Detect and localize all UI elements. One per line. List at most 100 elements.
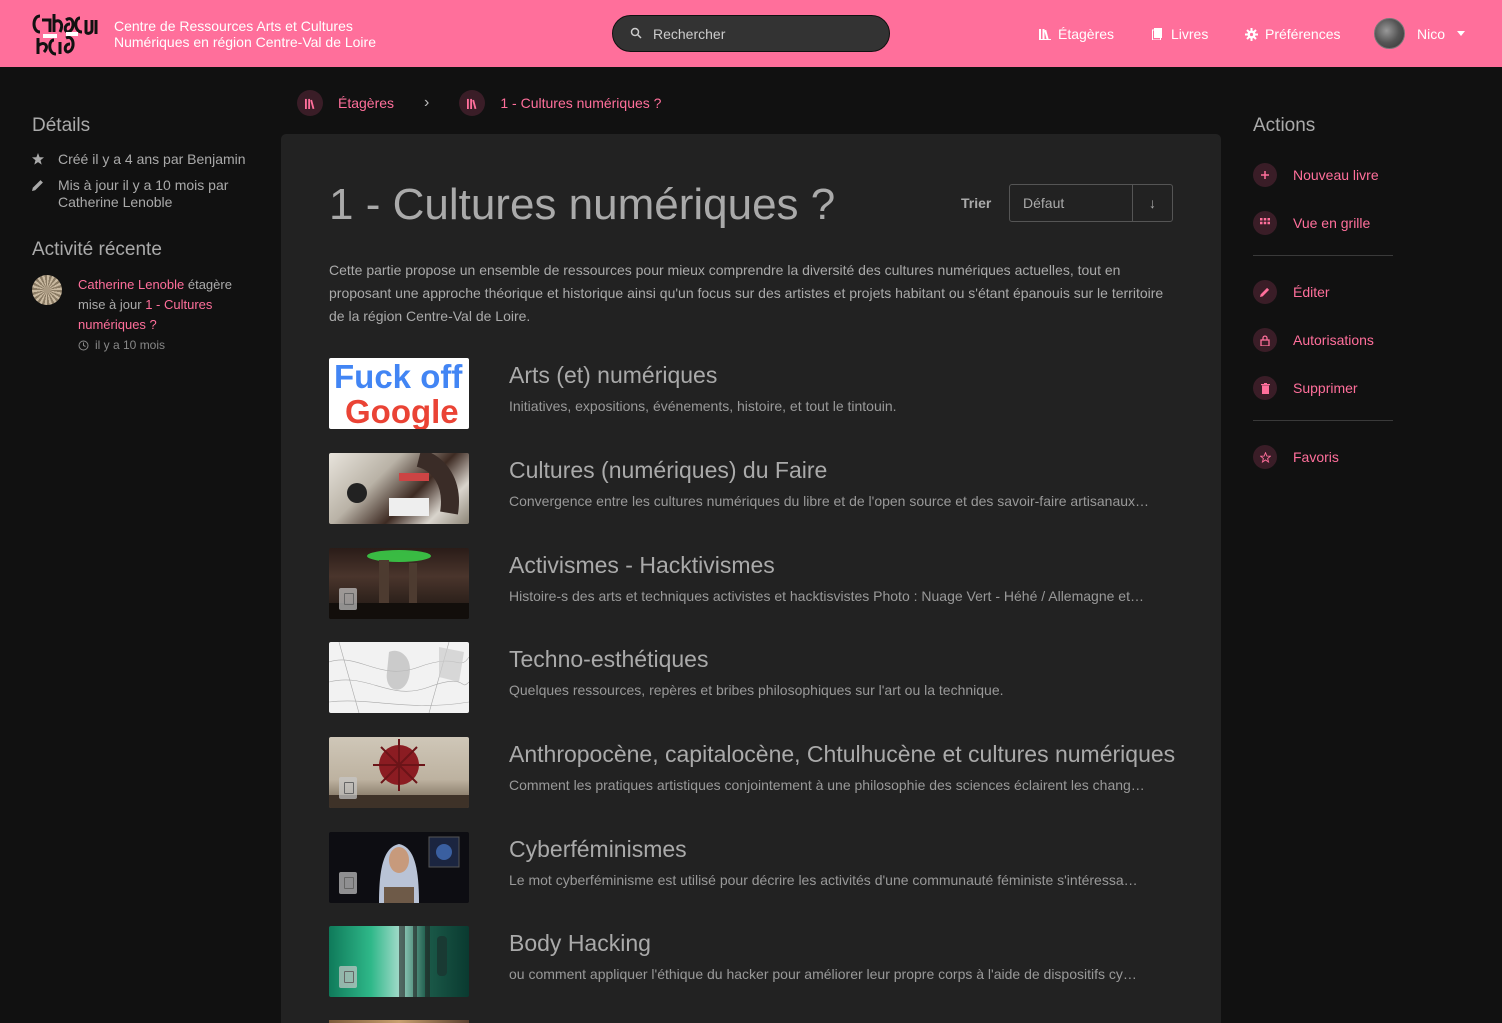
- pencil-icon: [32, 177, 58, 211]
- chevron-down-icon: [1457, 31, 1466, 36]
- shelf-description: Cette partie propose un ensemble de ress…: [329, 262, 1164, 324]
- details-heading: Détails: [32, 115, 91, 136]
- divider: [1253, 420, 1393, 421]
- lock-icon: [1253, 328, 1277, 352]
- book-item[interactable]: Anthropocène, capitalocène, Chtulhucène …: [329, 737, 1175, 808]
- search-icon[interactable]: [630, 27, 642, 39]
- activity-heading: Activité récente: [32, 239, 162, 260]
- site-logo[interactable]: [30, 10, 102, 56]
- book-title[interactable]: Cyberféminismes: [509, 836, 687, 863]
- book-cover: [329, 737, 469, 808]
- breadcrumb-shelves[interactable]: Étagères: [338, 95, 394, 111]
- top-header: Centre de Ressources Arts et Cultures Nu…: [0, 0, 1502, 67]
- books-icon: [1152, 28, 1162, 40]
- breadcrumb: Étagères › 1 - Cultures numériques ?: [297, 90, 661, 116]
- shelves-icon: [297, 90, 323, 116]
- grid-icon: [1253, 211, 1277, 235]
- shelves-icon: [1039, 29, 1051, 40]
- grid-view-button[interactable]: Vue en grille: [1253, 211, 1393, 235]
- activity-time: il y a 10 mois: [78, 335, 248, 355]
- book-title[interactable]: Body Hacking: [509, 930, 651, 957]
- sort-control: Défaut ↓: [1009, 184, 1173, 222]
- edit-label: Éditer: [1293, 284, 1330, 300]
- search-input[interactable]: [653, 24, 873, 44]
- delete-button[interactable]: Supprimer: [1253, 376, 1393, 400]
- new-book-label: Nouveau livre: [1293, 167, 1379, 183]
- book-description: ou comment appliquer l'éthique du hacker…: [509, 966, 1137, 982]
- created-meta: Créé il y a 4 ans par Benjamin: [32, 151, 252, 169]
- book-title[interactable]: Cultures (numériques) du Faire: [509, 457, 827, 484]
- book-badge-icon: [339, 966, 357, 988]
- edit-button[interactable]: Éditer: [1253, 280, 1393, 304]
- book-description: Comment les pratiques artistiques conjoi…: [509, 777, 1145, 793]
- book-item[interactable]: Cyberféminismes Le mot cyberféminisme es…: [329, 832, 1174, 903]
- book-title[interactable]: Techno-esthétiques: [509, 646, 708, 673]
- nav-shelves-link[interactable]: Étagères: [1039, 24, 1114, 44]
- breadcrumb-current-shelf[interactable]: 1 - Cultures numériques ?: [500, 95, 661, 111]
- trash-icon: [1253, 376, 1277, 400]
- book-description: Histoire-s des arts et techniques activi…: [509, 588, 1144, 604]
- star-icon: [32, 151, 58, 169]
- favorites-button[interactable]: Favoris: [1253, 445, 1393, 469]
- book-item[interactable]: Activismes - Hacktivismes Histoire-s des…: [329, 548, 1174, 619]
- user-name: Nico: [1417, 25, 1446, 42]
- divider: [1253, 255, 1393, 256]
- nav-books-label: Livres: [1171, 26, 1209, 42]
- star-icon: [1253, 445, 1277, 469]
- site-name-line2: Numériques en région Centre-Val de Loire: [114, 34, 376, 50]
- nav-shelves-label: Étagères: [1058, 26, 1115, 42]
- book-badge-icon: [339, 777, 357, 799]
- site-name[interactable]: Centre de Ressources Arts et Cultures Nu…: [114, 18, 376, 50]
- book-cover-text-line1: Fuck off: [334, 358, 463, 395]
- favorites-label: Favoris: [1293, 449, 1339, 465]
- grid-view-label: Vue en grille: [1293, 215, 1371, 231]
- book-cover: [329, 453, 469, 524]
- pencil-icon: [1253, 280, 1277, 304]
- updated-text: Mis à jour il y a 10 mois par Catherine …: [58, 177, 229, 210]
- book-item[interactable]: Fuck off Google Arts (et) numériques Ini…: [329, 358, 1174, 429]
- nav-preferences-link[interactable]: Préférences: [1245, 24, 1340, 44]
- book-badge-icon: [339, 588, 357, 610]
- sort-label: Trier: [961, 195, 992, 211]
- permissions-button[interactable]: Autorisations: [1253, 328, 1393, 352]
- right-sidebar: Actions Nouveau livre Vue en grille Édit…: [1253, 115, 1393, 493]
- nav-books-link[interactable]: Livres: [1152, 24, 1208, 44]
- created-text: Créé il y a 4 ans par Benjamin: [58, 151, 246, 167]
- updated-meta: Mis à jour il y a 10 mois par Catherine …: [32, 177, 252, 211]
- book-item[interactable]: Cultures (numériques) du Faire Convergen…: [329, 453, 1174, 524]
- user-menu[interactable]: Nico: [1374, 18, 1466, 49]
- nav-preferences-label: Préférences: [1265, 26, 1341, 42]
- avatar: [32, 275, 62, 305]
- delete-label: Supprimer: [1293, 380, 1358, 396]
- book-cover: [329, 926, 469, 997]
- book-badge-icon: [339, 872, 357, 894]
- sort-select[interactable]: Défaut: [1010, 185, 1132, 221]
- sort-direction-button[interactable]: ↓: [1132, 185, 1172, 221]
- book-cover: [329, 548, 469, 619]
- book-description: Quelques ressources, repères et bribes p…: [509, 682, 1004, 698]
- book-item[interactable]: Techno-esthétiques Quelques ressources, …: [329, 642, 1174, 713]
- chevron-right-icon: ›: [424, 94, 430, 111]
- shelf-card: 1 - Cultures numériques ? Trier Défaut ↓…: [281, 134, 1221, 1023]
- activity-item: Catherine Lenoble étagère mise à jour 1 …: [32, 275, 252, 355]
- book-title[interactable]: Arts (et) numériques: [509, 362, 717, 389]
- book-cover: [329, 642, 469, 713]
- permissions-label: Autorisations: [1293, 332, 1374, 348]
- left-sidebar: Détails Créé il y a 4 ans par Benjamin M…: [32, 115, 252, 355]
- book-item[interactable]: Body Hacking ou comment appliquer l'éthi…: [329, 926, 1174, 997]
- book-description: Le mot cyberféminisme est utilisé pour d…: [509, 872, 1138, 888]
- activity-time-text: il y a 10 mois: [95, 338, 166, 352]
- book-title[interactable]: Activismes - Hacktivismes: [509, 552, 775, 579]
- gear-icon: [1245, 27, 1258, 41]
- clock-icon: [78, 340, 89, 350]
- book-cover: Fuck off Google: [329, 358, 469, 429]
- page-title: 1 - Cultures numériques ?: [329, 180, 836, 229]
- search-box: [612, 15, 890, 52]
- book-cover: [329, 832, 469, 903]
- book-cover-text-line2: Google: [345, 393, 459, 429]
- book-description: Initiatives, expositions, événements, hi…: [509, 398, 897, 414]
- activity-user-link[interactable]: Catherine Lenoble: [78, 277, 184, 292]
- site-name-line1: Centre de Ressources Arts et Cultures: [114, 18, 353, 34]
- new-book-button[interactable]: Nouveau livre: [1253, 163, 1393, 187]
- book-title[interactable]: Anthropocène, capitalocène, Chtulhucène …: [509, 741, 1175, 768]
